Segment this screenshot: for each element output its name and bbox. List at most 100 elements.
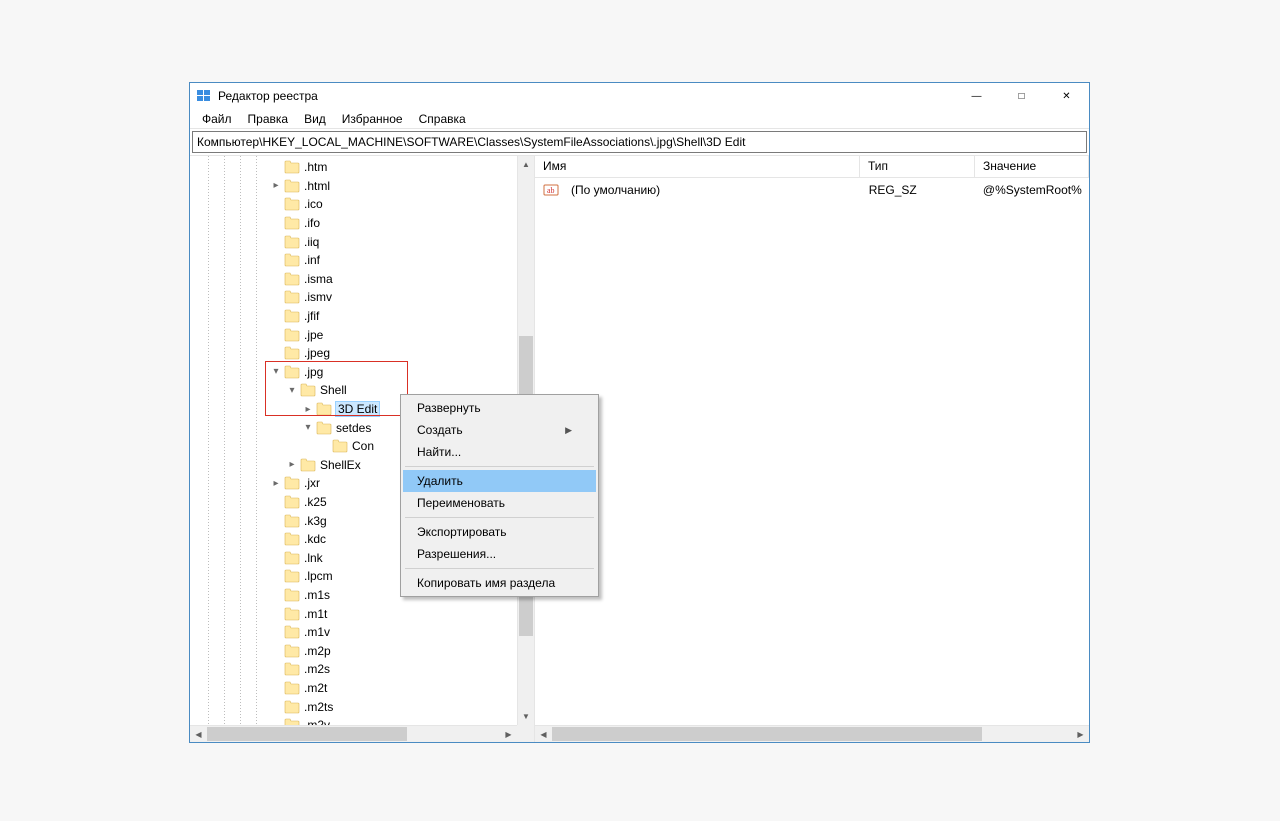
- column-type[interactable]: Тип: [860, 156, 975, 177]
- scroll-left-icon[interactable]: ◀: [535, 726, 552, 742]
- chevron-down-icon[interactable]: ▾: [270, 366, 282, 377]
- tree-item-label: .html: [304, 179, 330, 193]
- tree-item-label: .ismv: [304, 290, 332, 304]
- tree-item[interactable]: .m1t: [190, 604, 517, 623]
- menu-file[interactable]: Файл: [194, 110, 240, 128]
- menu-edit[interactable]: Правка: [240, 110, 297, 128]
- tree-item-label: .jfif: [304, 309, 319, 323]
- chevron-right-icon[interactable]: ▸: [302, 404, 314, 415]
- tree-item-label: .k25: [304, 495, 327, 509]
- value-type: REG_SZ: [861, 183, 975, 197]
- values-pane: Имя Тип Значение ab (По умолчанию) REG_S…: [535, 156, 1089, 742]
- window-controls: — □ ✕: [954, 83, 1089, 109]
- tree-item-label: .ifo: [304, 216, 320, 230]
- scroll-up-icon[interactable]: ▲: [518, 156, 534, 173]
- menu-help[interactable]: Справка: [411, 110, 474, 128]
- ctx-find[interactable]: Найти...: [403, 441, 596, 463]
- tree-item[interactable]: ▾ .jpg: [190, 363, 517, 382]
- address-bar[interactable]: Компьютер\HKEY_LOCAL_MACHINE\SOFTWARE\Cl…: [192, 131, 1087, 153]
- tree-item[interactable]: .ico: [190, 195, 517, 214]
- tree-horizontal-scrollbar[interactable]: ◀ ▶: [190, 725, 517, 742]
- tree-item[interactable]: .jpeg: [190, 344, 517, 363]
- tree-item[interactable]: .m2s: [190, 660, 517, 679]
- tree-item-label: .jpe: [304, 328, 323, 342]
- window-title: Редактор реестра: [218, 89, 954, 103]
- scroll-down-icon[interactable]: ▼: [518, 708, 534, 725]
- chevron-right-icon[interactable]: ▸: [270, 180, 282, 191]
- close-button[interactable]: ✕: [1044, 83, 1089, 109]
- ctx-separator: [405, 466, 594, 467]
- tree-item-label: .isma: [304, 272, 333, 286]
- folder-icon: [284, 365, 300, 379]
- column-name[interactable]: Имя: [535, 156, 860, 177]
- tree-item[interactable]: .m2p: [190, 641, 517, 660]
- tree-item-label: .jpg: [304, 365, 323, 379]
- folder-icon: [284, 532, 300, 546]
- tree-item-label: 3D Edit: [336, 402, 379, 416]
- folder-icon: [284, 625, 300, 639]
- list-horizontal-scrollbar[interactable]: ◀ ▶: [535, 725, 1089, 742]
- tree-item-label: .m2s: [304, 662, 330, 676]
- tree-item[interactable]: .ifo: [190, 214, 517, 233]
- tree-item[interactable]: .iiq: [190, 232, 517, 251]
- value-name: (По умолчанию): [563, 183, 861, 197]
- ctx-export[interactable]: Экспортировать: [403, 521, 596, 543]
- folder-icon: [284, 514, 300, 528]
- ctx-permissions[interactable]: Разрешения...: [403, 543, 596, 565]
- scroll-right-icon[interactable]: ▶: [1072, 726, 1089, 742]
- menu-favorites[interactable]: Избранное: [334, 110, 411, 128]
- chevron-down-icon[interactable]: ▾: [286, 385, 298, 396]
- tree-item-label: .m1v: [304, 625, 330, 639]
- scroll-left-icon[interactable]: ◀: [190, 726, 207, 742]
- registry-editor-window: Редактор реестра — □ ✕ Файл Правка Вид И…: [189, 82, 1090, 743]
- ctx-copy-key-name[interactable]: Копировать имя раздела: [403, 572, 596, 594]
- chevron-down-icon[interactable]: ▾: [302, 422, 314, 433]
- ctx-create[interactable]: Создать▶: [403, 419, 596, 441]
- tree-item[interactable]: .m1v: [190, 623, 517, 642]
- tree-item-label: .m2v: [304, 718, 330, 725]
- list-row[interactable]: ab (По умолчанию) REG_SZ @%SystemRoot%: [535, 180, 1089, 200]
- menubar: Файл Правка Вид Избранное Справка: [190, 109, 1089, 129]
- ctx-rename[interactable]: Переименовать: [403, 492, 596, 514]
- maximize-button[interactable]: □: [999, 83, 1044, 109]
- ctx-delete[interactable]: Удалить: [403, 470, 596, 492]
- tree-item[interactable]: .m2v: [190, 716, 517, 725]
- tree-item-label: .m1t: [304, 607, 327, 621]
- tree-item[interactable]: .ismv: [190, 288, 517, 307]
- tree-item[interactable]: .htm: [190, 158, 517, 177]
- folder-icon: [284, 272, 300, 286]
- ctx-expand[interactable]: Развернуть: [403, 397, 596, 419]
- scroll-thumb[interactable]: [207, 727, 407, 741]
- tree-item-label: .kdc: [304, 532, 326, 546]
- tree-item[interactable]: .m2t: [190, 679, 517, 698]
- scroll-right-icon[interactable]: ▶: [500, 726, 517, 742]
- chevron-right-icon[interactable]: ▸: [270, 478, 282, 489]
- chevron-right-icon[interactable]: ▸: [286, 459, 298, 470]
- folder-icon: [284, 718, 300, 725]
- tree-item-label: .lpcm: [304, 569, 333, 583]
- folder-icon: [284, 644, 300, 658]
- tree-item[interactable]: .jfif: [190, 307, 517, 326]
- ctx-separator: [405, 568, 594, 569]
- column-value[interactable]: Значение: [975, 156, 1089, 177]
- minimize-button[interactable]: —: [954, 83, 999, 109]
- tree-item[interactable]: .inf: [190, 251, 517, 270]
- scroll-thumb[interactable]: [552, 727, 982, 741]
- tree-item[interactable]: .m2ts: [190, 697, 517, 716]
- folder-icon: [284, 179, 300, 193]
- list-header: Имя Тип Значение: [535, 156, 1089, 178]
- tree-item[interactable]: ▸ .html: [190, 177, 517, 196]
- menu-view[interactable]: Вид: [296, 110, 334, 128]
- tree-item-label: .htm: [304, 160, 327, 174]
- folder-icon: [284, 253, 300, 267]
- folder-icon: [284, 551, 300, 565]
- titlebar: Редактор реестра — □ ✕: [190, 83, 1089, 109]
- tree-item[interactable]: .isma: [190, 270, 517, 289]
- client-area: .htm ▸ .html .ico .ifo .iiq.inf .isma .ismv .jfi…: [190, 155, 1089, 742]
- folder-icon: [316, 402, 332, 416]
- tree-item-label: Shell: [320, 383, 347, 397]
- folder-icon: [284, 476, 300, 490]
- folder-icon: [284, 235, 300, 249]
- tree-item[interactable]: .jpe: [190, 325, 517, 344]
- svg-text:ab: ab: [547, 186, 555, 195]
